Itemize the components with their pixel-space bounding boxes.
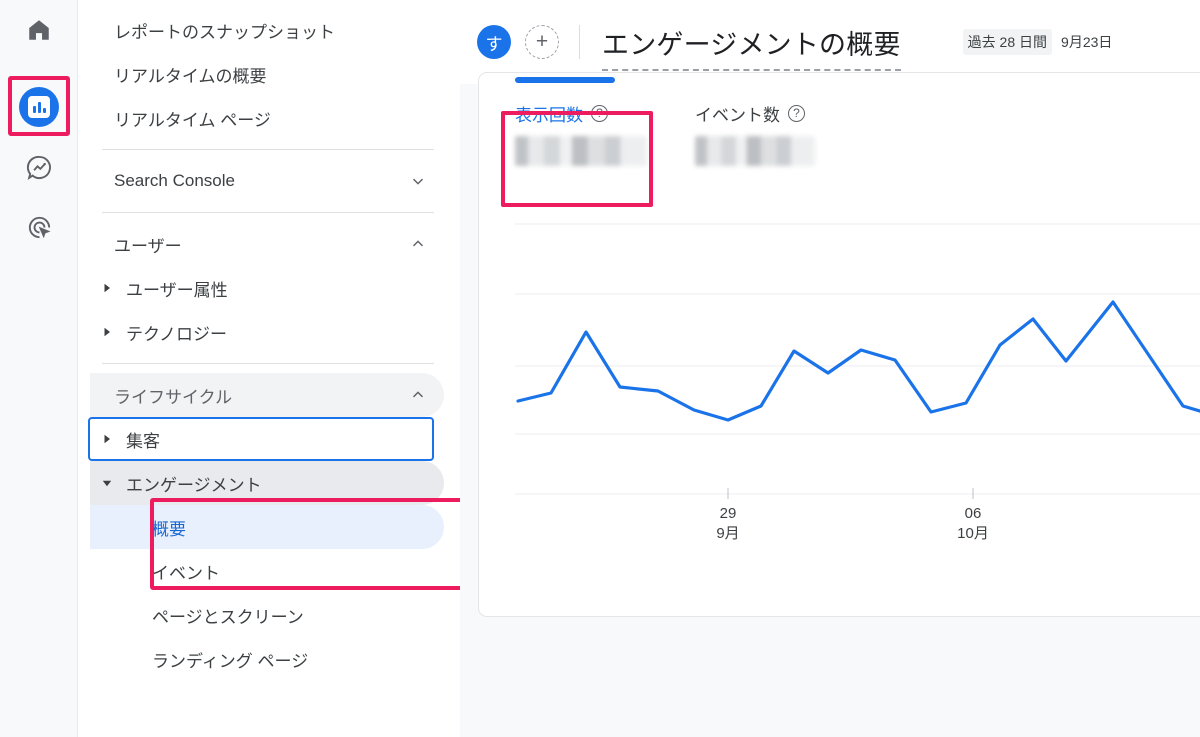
metric-label: 表示回数 — [515, 106, 583, 125]
help-icon[interactable]: ? — [788, 105, 805, 122]
metric-row: 表示回数 ? イベント数 ? — [515, 101, 847, 166]
sidebar-item-overview[interactable]: 概要 — [90, 505, 444, 549]
line-chart[interactable]: 29 9月 06 10月 — [479, 223, 1200, 616]
sidebar-nav: レポートのスナップショット リアルタイムの概要 リアルタイム ページ Searc… — [78, 0, 460, 737]
metric-value-redacted — [515, 136, 647, 166]
sidebar-item-label: Search Console — [114, 171, 235, 190]
sidebar-item-label: リアルタイム ページ — [114, 110, 271, 130]
line-chart-svg: 29 9月 06 10月 — [515, 223, 1200, 542]
date-range-chip: 過去 28 日間 — [962, 29, 1053, 55]
sidebar-item-acquisition[interactable]: 集客 — [88, 417, 434, 461]
sidebar-item-label: リアルタイムの概要 — [114, 66, 267, 86]
sidebar-item-engagement[interactable]: エンゲージメント — [90, 461, 444, 505]
chart-x-tick-day: 29 — [720, 505, 737, 522]
reports-icon-circle — [19, 87, 59, 127]
main-content: す + エンゲージメントの概要 過去 28 日間 9月23日 表示回数 ? イベ… — [460, 0, 1200, 737]
reports-icon[interactable] — [17, 85, 61, 129]
sidebar-item-label: レポートのスナップショット — [114, 22, 335, 42]
sidebar-group-label: ライフサイクル — [114, 387, 233, 407]
metric-header: イベント数 ? — [695, 101, 847, 126]
sidebar-item-label: エンゲージメント — [126, 475, 262, 495]
metric-header: 表示回数 ? — [515, 101, 681, 126]
chart-x-tick-month: 9月 — [716, 525, 739, 542]
sidebar-item-realtime-pages[interactable]: リアルタイム ページ — [90, 96, 444, 140]
date-range-value: 9月23日 — [1061, 34, 1113, 50]
reports-icon-bars — [28, 96, 50, 118]
sidebar-item-label: イベント — [152, 563, 220, 583]
sidebar-divider — [102, 212, 434, 213]
metric-label: イベント数 — [695, 106, 780, 125]
sidebar-item-pages-and-screens[interactable]: ページとスクリーン — [90, 593, 444, 637]
vertical-separator — [579, 25, 580, 59]
chevron-up-icon — [408, 234, 428, 254]
sidebar-item-landing-page[interactable]: ランディング ページ — [90, 637, 444, 681]
chart-x-tick-day: 06 — [965, 505, 982, 522]
sidebar-item-events[interactable]: イベント — [90, 549, 444, 593]
sidebar-item-label: ランディング ページ — [152, 651, 309, 671]
triangle-right-icon — [98, 283, 116, 293]
sidebar-item-label: テクノロジー — [126, 324, 227, 344]
active-tab-indicator — [515, 77, 615, 83]
sidebar-item-realtime-overview[interactable]: リアルタイムの概要 — [90, 52, 444, 96]
sidebar-item-technology[interactable]: テクノロジー — [90, 310, 444, 354]
analytics-app: レポートのスナップショット リアルタイムの概要 リアルタイム ページ Searc… — [0, 0, 1200, 737]
avatar[interactable]: す — [477, 25, 511, 59]
sidebar-item-demographics[interactable]: ユーザー属性 — [90, 266, 444, 310]
chart-series-line — [516, 300, 1200, 422]
help-icon[interactable]: ? — [591, 105, 608, 122]
icon-rail — [0, 0, 78, 737]
triangle-right-icon — [98, 327, 116, 337]
engagement-overview-card: 表示回数 ? イベント数 ? 29 9月 06 10月 — [478, 72, 1200, 617]
metric-views[interactable]: 表示回数 ? — [515, 101, 681, 166]
chart-x-tick-month: 10月 — [957, 525, 989, 542]
page-title: エンゲージメントの概要 — [602, 29, 901, 60]
sidebar-item-user[interactable]: ユーザー — [90, 222, 444, 266]
page-title-wrap: エンゲージメントの概要 — [602, 23, 901, 71]
explore-icon[interactable] — [17, 145, 61, 189]
sidebar-item-label: 概要 — [152, 519, 186, 539]
sidebar-item-label: ユーザー — [114, 236, 182, 256]
metric-event-count[interactable]: イベント数 ? — [681, 101, 847, 166]
sidebar-divider — [102, 363, 434, 364]
home-icon[interactable] — [17, 8, 61, 52]
sidebar-divider — [102, 149, 434, 150]
sidebar-item-label: ユーザー属性 — [126, 280, 228, 300]
advertising-icon[interactable] — [17, 205, 61, 249]
sidebar-item-search-console[interactable]: Search Console — [90, 159, 444, 203]
metric-value-redacted — [695, 136, 815, 166]
chevron-down-icon — [408, 171, 428, 191]
sidebar-group-lifecycle[interactable]: ライフサイクル — [90, 373, 444, 417]
sidebar-item-label: ページとスクリーン — [152, 607, 304, 627]
triangle-right-icon — [98, 434, 116, 444]
title-dashed-underline — [602, 68, 901, 71]
date-range-selector[interactable]: 過去 28 日間 9月23日 — [962, 29, 1113, 55]
add-comparison-button[interactable]: + — [525, 25, 559, 59]
sidebar-item-reports-snapshot[interactable]: レポートのスナップショット — [90, 8, 444, 52]
triangle-down-icon — [98, 478, 116, 488]
chevron-up-icon — [408, 385, 428, 405]
sidebar-item-label: 集客 — [126, 431, 160, 451]
